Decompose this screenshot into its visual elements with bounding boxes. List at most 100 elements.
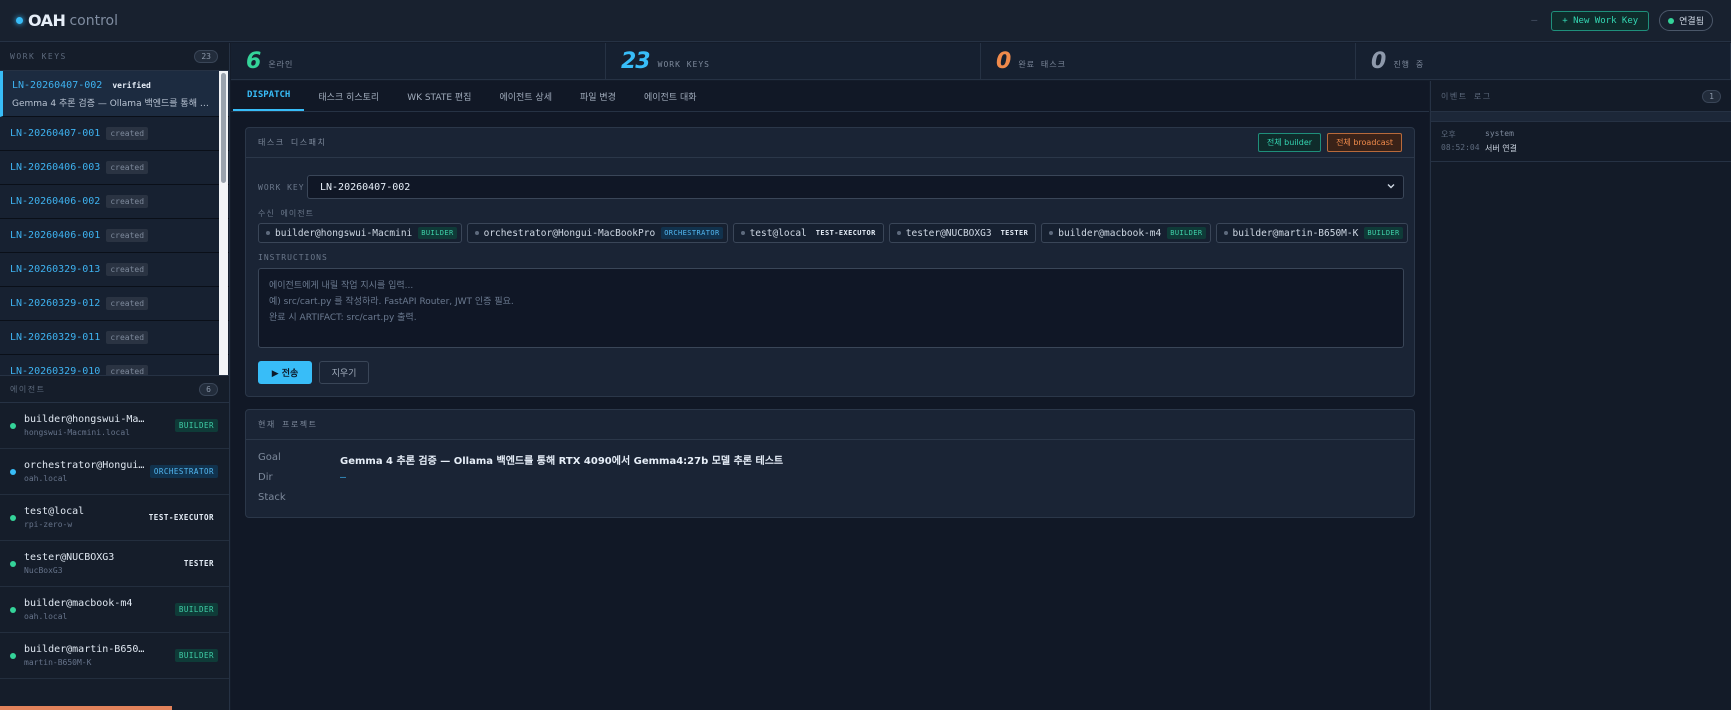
work-key-select[interactable]: LN-20260407-002	[307, 175, 1404, 199]
recipient-name: tester@NUCBOXG3	[905, 227, 992, 239]
event-log-count: 1	[1702, 89, 1721, 103]
agent-role-badge: BUILDER	[174, 649, 218, 662]
recipient-role: BUILDER	[418, 227, 457, 239]
event-log-band	[1431, 112, 1731, 122]
logo: OAH control	[16, 11, 118, 30]
work-key-item[interactable]: LN-20260406-002 created	[0, 185, 229, 219]
recipient-chip[interactable]: tester@NUCBOXG3 TESTER	[888, 223, 1037, 243]
work-key-item[interactable]: LN-20260329-012 created	[0, 287, 229, 321]
sidebar: WORK KEYS 23 LN-20260407-002 verified Ge…	[0, 43, 230, 710]
connection-status-label: 연결됨	[1679, 17, 1704, 27]
tab-agent-detail[interactable]: 에이전트 상세	[485, 81, 566, 111]
project-header: 현재 프로젝트	[246, 410, 1414, 440]
recipient-name: builder@hongswui-Macmini	[275, 227, 413, 239]
work-key-item[interactable]: LN-20260407-001 created	[0, 117, 229, 151]
recipient-chips: builder@hongswui-Macmini BUILDER orchestr…	[258, 223, 1413, 243]
header-dash: —	[1531, 15, 1538, 26]
stat-number: 0	[996, 48, 1011, 74]
work-key-status: created	[106, 195, 149, 208]
agent-name: builder@hongswui-Macmini	[24, 414, 149, 425]
agent-role-badge: TESTER	[183, 559, 214, 568]
agent-name: builder@martin-B650M-K	[24, 644, 149, 655]
recipient-chip[interactable]: orchestrator@Hongui-MacBookPro ORCHESTRAT…	[466, 223, 728, 243]
recipient-chip[interactable]: builder@macbook-m4 BUILDER	[1041, 223, 1211, 243]
chip-dot-icon	[266, 231, 270, 235]
agent-item[interactable]: builder@hongswui-Macmini hongswui-Macmin…	[0, 403, 229, 449]
agent-role-badge: BUILDER	[174, 419, 218, 432]
recipient-chip[interactable]: builder@martin-B650M-K BUILDER	[1215, 223, 1408, 243]
agent-item[interactable]: tester@NUCBOXG3 NucBoxG3 TESTER	[0, 541, 229, 587]
work-key-item-selected[interactable]: LN-20260407-002 verified Gemma 4 추론 검증 —…	[0, 71, 229, 117]
tab-file-changes[interactable]: 파일 변경	[566, 81, 630, 111]
work-key-status: created	[106, 229, 149, 242]
work-keys-count: 23	[194, 50, 218, 63]
stat-label: 완료 태스크	[1018, 59, 1066, 69]
agent-name: test@local	[24, 506, 85, 517]
all-builder-button[interactable]: 전체 builder	[1257, 133, 1322, 152]
recipient-name: builder@martin-B650M-K	[1232, 227, 1359, 239]
recipient-chip[interactable]: test@local TEST-EXECUTOR	[732, 223, 884, 243]
tab-agent-chat[interactable]: 에이전트 대화	[630, 81, 711, 111]
agent-item[interactable]: test@local rpi-zero-w TEST-EXECUTOR	[0, 495, 229, 541]
stat-label: WORK KEYS	[657, 59, 710, 69]
work-key-id: LN-20260407-001	[10, 128, 101, 139]
all-broadcast-button[interactable]: 전체 broadcast	[1327, 133, 1402, 152]
work-key-status: created	[106, 297, 149, 310]
project-stack-row: Stack	[258, 492, 340, 503]
agent-name: orchestrator@Hongui-MacBookPro	[24, 460, 149, 471]
stat-online: 6 온라인	[231, 43, 606, 79]
work-key-item[interactable]: LN-20260329-013 created	[0, 253, 229, 287]
dir-label: Dir	[258, 472, 273, 483]
instructions-textarea[interactable]: 에이전트에게 내릴 작업 지시를 입력... 예) src/cart.py 를 …	[258, 268, 1404, 348]
tab-wk-state-edit[interactable]: WK STATE 편집	[393, 81, 485, 111]
work-key-item[interactable]: LN-20260329-010 created	[0, 355, 229, 375]
stack-label: Stack	[258, 492, 286, 503]
work-key-item[interactable]: LN-20260329-011 created	[0, 321, 229, 355]
work-key-status: created	[106, 263, 149, 276]
project-goal-row: Goal Gemma 4 추론 검증 — Ollama 백엔드를 통해 RTX …	[258, 452, 783, 467]
agents-title: 에이전트	[10, 384, 46, 394]
agent-item[interactable]: builder@martin-B650M-K martin-B650M-K BU…	[0, 633, 229, 679]
chip-dot-icon	[474, 231, 479, 235]
event-log-header: 이벤트 로그 1	[1431, 81, 1731, 112]
tab-dispatch[interactable]: DISPATCH	[233, 81, 305, 111]
work-key-item[interactable]: LN-20260406-003 created	[0, 151, 229, 185]
work-key-id: LN-20260406-001	[10, 230, 101, 241]
clear-button[interactable]: 지우기	[319, 361, 369, 384]
log-entry: 오후 system 08:52:04 서버 연결	[1431, 122, 1731, 162]
new-work-key-button[interactable]: + New Work Key	[1551, 10, 1650, 31]
agent-item[interactable]: builder@macbook-m4 oah.local BUILDER	[0, 587, 229, 633]
online-dot-icon	[10, 515, 16, 521]
recipient-chip[interactable]: builder@hongswui-Macmini BUILDER	[258, 223, 462, 243]
recipients-label: 수신 에이전트	[258, 209, 314, 218]
instructions-label: INSTRUCTIONS	[258, 253, 328, 262]
work-key-id: LN-20260329-012	[10, 298, 101, 309]
logo-dot-icon	[16, 17, 23, 24]
tab-task-history[interactable]: 태스크 히스토리	[304, 81, 393, 111]
stat-label: 온라인	[268, 59, 294, 69]
send-button[interactable]: ▶ 전송	[258, 361, 312, 384]
recipient-role: TEST-EXECUTOR	[815, 229, 876, 237]
dispatch-header: 태스크 디스패치 전체 builder 전체 broadcast	[246, 128, 1414, 158]
work-key-id: LN-20260329-010	[10, 366, 101, 375]
chip-dot-icon	[1049, 231, 1054, 235]
scrollbar-thumb[interactable]	[221, 73, 226, 183]
stat-label: 진행 중	[1393, 59, 1425, 69]
agents-count: 6	[199, 382, 218, 396]
work-key-status: verified	[112, 80, 151, 90]
work-key-id: LN-20260329-013	[10, 264, 101, 275]
agent-name: builder@macbook-m4	[24, 598, 133, 609]
work-key-item[interactable]: LN-20260406-001 created	[0, 219, 229, 253]
stat-in-progress: 0 진행 중	[1356, 43, 1731, 79]
status-dot-icon	[1668, 17, 1675, 24]
work-key-status: created	[106, 161, 149, 174]
work-key-scrollbar[interactable]	[219, 71, 228, 375]
online-dot-icon	[10, 607, 16, 613]
agent-item[interactable]: orchestrator@Hongui-MacBookPro oah.local…	[0, 449, 229, 495]
agent-role-badge: BUILDER	[174, 603, 218, 616]
agent-role-badge: TEST-EXECUTOR	[148, 513, 214, 522]
event-log-panel: 이벤트 로그 1 오후 system 08:52:04 서버 연결	[1430, 81, 1731, 710]
work-key-select-value: LN-20260407-002	[320, 181, 411, 193]
agent-role-badge: ORCHESTRATOR	[149, 465, 218, 478]
dir-value: —	[340, 472, 347, 483]
